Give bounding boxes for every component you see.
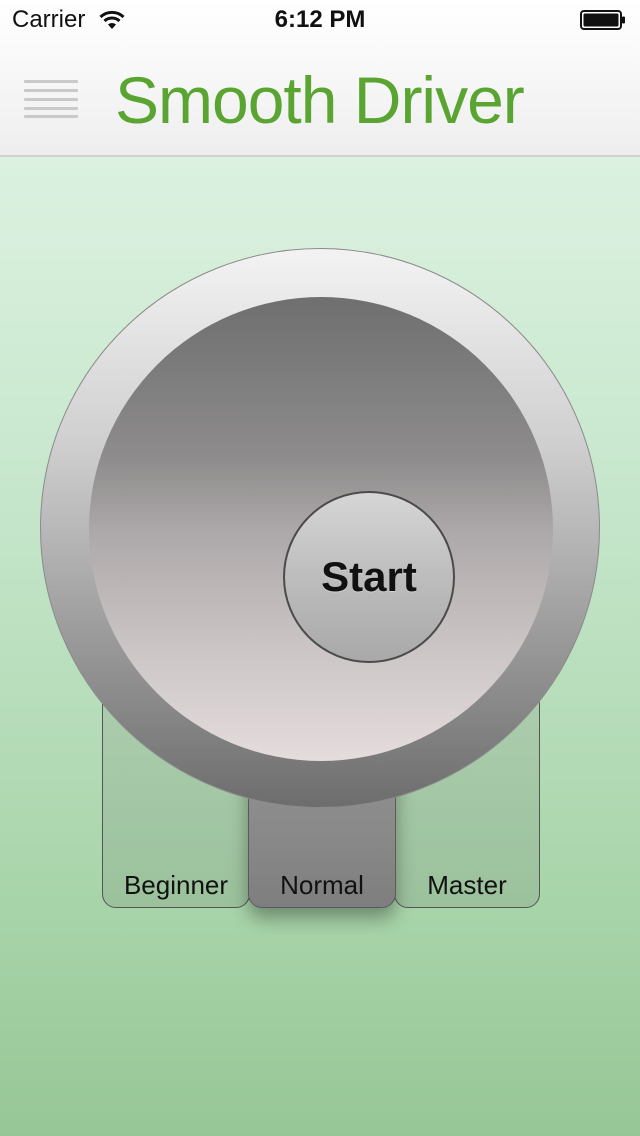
dial-outer-ring: Start (40, 248, 600, 808)
dial-face: Start (89, 297, 553, 761)
mode-tab-label: Normal (280, 870, 364, 900)
mode-tab-label: Beginner (123, 870, 229, 900)
start-button-label: Start (321, 553, 417, 600)
mode-tab-label: Master (427, 870, 507, 900)
status-time: 6:12 PM (274, 6, 366, 33)
top-bar: Carrier 6:12 PM Smooth Driver (0, 0, 640, 157)
hamburger-menu-icon[interactable] (22, 78, 80, 118)
app-title: Smooth Driver (115, 63, 525, 137)
start-button[interactable]: Start (283, 491, 455, 663)
battery-icon (580, 10, 625, 30)
